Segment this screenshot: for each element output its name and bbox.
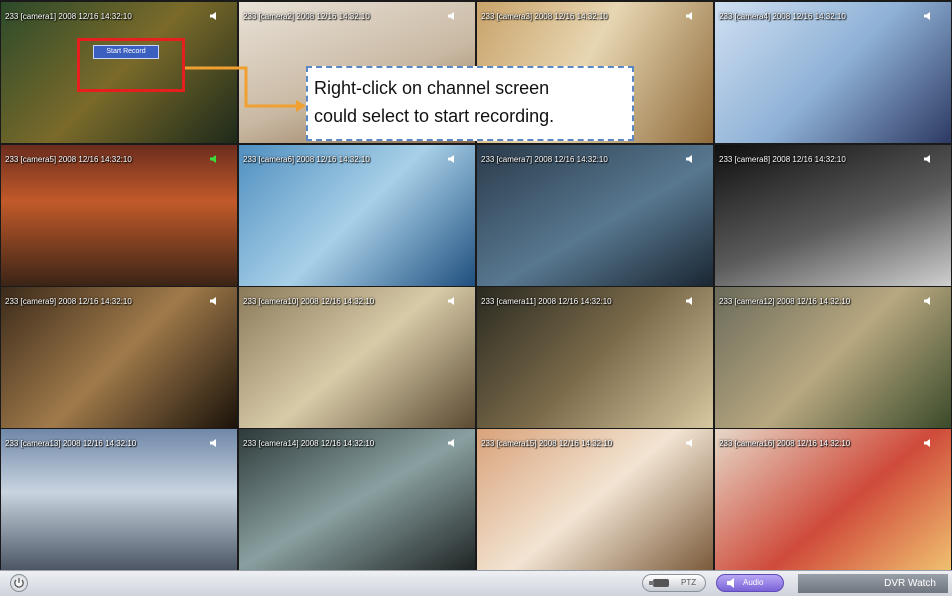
camera-feed-image xyxy=(239,429,475,570)
bottom-toolbar: PTZ Audio DVR Watch xyxy=(0,570,952,596)
speaker-icon xyxy=(210,439,216,447)
channel-label: 233 [camera13] 2008 12/16 14:32:10 xyxy=(5,439,137,448)
camera-feed-image xyxy=(715,2,951,143)
speaker-icon xyxy=(924,155,930,163)
speaker-icon xyxy=(924,297,930,305)
channel-label: 233 [camera7] 2008 12/16 14:32:10 xyxy=(481,155,608,164)
camera-feed-image xyxy=(477,287,713,428)
channel-label: 233 [camera4] 2008 12/16 14:32:10 xyxy=(719,12,846,21)
power-icon xyxy=(14,578,24,588)
context-menu-start-record[interactable]: Start Record xyxy=(93,45,159,59)
channel-label: 233 [camera15] 2008 12/16 14:32:10 xyxy=(481,439,613,448)
camera-feed-image xyxy=(715,287,951,428)
channel-view[interactable]: 233 [camera12] 2008 12/16 14:32:10 xyxy=(715,287,951,428)
camera-feed-image xyxy=(1,287,237,428)
power-button[interactable] xyxy=(10,574,28,592)
camera-feed-image xyxy=(239,287,475,428)
channel-view[interactable]: 233 [camera5] 2008 12/16 14:32:10 xyxy=(1,145,237,286)
mode-label: DVR Watch xyxy=(798,574,948,593)
channel-view[interactable]: 233 [camera10] 2008 12/16 14:32:10 xyxy=(239,287,475,428)
speaker-icon xyxy=(210,155,216,163)
ptz-camera-icon xyxy=(649,579,669,587)
channel-view[interactable]: 233 [camera16] 2008 12/16 14:32:10 xyxy=(715,429,951,570)
speaker-icon xyxy=(686,12,692,20)
audio-icon xyxy=(727,578,734,588)
channel-label: 233 [camera3] 2008 12/16 14:32:10 xyxy=(481,12,608,21)
speaker-icon xyxy=(686,439,692,447)
channel-view[interactable]: 233 [camera11] 2008 12/16 14:32:10 xyxy=(477,287,713,428)
speaker-icon xyxy=(448,297,454,305)
channel-view[interactable]: 233 [camera6] 2008 12/16 14:32:10 xyxy=(239,145,475,286)
camera-feed-image xyxy=(715,145,951,286)
audio-button[interactable]: Audio xyxy=(716,574,784,592)
speaker-icon xyxy=(924,439,930,447)
speaker-icon xyxy=(448,439,454,447)
camera-feed-image xyxy=(477,429,713,570)
channel-view[interactable]: 233 [camera8] 2008 12/16 14:32:10 xyxy=(715,145,951,286)
channel-view[interactable]: 233 [camera15] 2008 12/16 14:32:10 xyxy=(477,429,713,570)
camera-feed-image xyxy=(477,145,713,286)
callout-note: Right-click on channel screen could sele… xyxy=(306,66,634,141)
channel-view[interactable]: 233 [camera14] 2008 12/16 14:32:10 xyxy=(239,429,475,570)
callout-line-1: Right-click on channel screen xyxy=(314,78,550,98)
channel-label: 233 [camera1] 2008 12/16 14:32:10 xyxy=(5,12,132,21)
callout-line-2: could select to start recording. xyxy=(314,106,555,126)
audio-label: Audio xyxy=(743,578,764,587)
channel-label: 233 [camera14] 2008 12/16 14:32:10 xyxy=(243,439,375,448)
channel-label: 233 [camera10] 2008 12/16 14:32:10 xyxy=(243,297,375,306)
channel-label: 233 [camera9] 2008 12/16 14:32:10 xyxy=(5,297,132,306)
camera-feed-image xyxy=(1,145,237,286)
channel-view[interactable]: 233 [camera13] 2008 12/16 14:32:10 xyxy=(1,429,237,570)
ptz-label: PTZ xyxy=(681,578,697,587)
speaker-icon xyxy=(924,12,930,20)
channel-label: 233 [camera8] 2008 12/16 14:32:10 xyxy=(719,155,846,164)
channel-label: 233 [camera11] 2008 12/16 14:32:10 xyxy=(481,297,612,306)
channel-label: 233 [camera2] 2008 12/16 14:32:10 xyxy=(243,12,370,21)
speaker-icon xyxy=(448,12,454,20)
ptz-button[interactable]: PTZ xyxy=(642,574,706,592)
channel-view[interactable]: 233 [camera9] 2008 12/16 14:32:10 xyxy=(1,287,237,428)
speaker-icon xyxy=(686,297,692,305)
camera-feed-image xyxy=(715,429,951,570)
channel-label: 233 [camera12] 2008 12/16 14:32:10 xyxy=(719,297,851,306)
channel-view[interactable]: 233 [camera4] 2008 12/16 14:32:10 xyxy=(715,2,951,143)
camera-feed-image xyxy=(1,429,237,570)
speaker-icon xyxy=(686,155,692,163)
channel-label: 233 [camera6] 2008 12/16 14:32:10 xyxy=(243,155,370,164)
camera-feed-image xyxy=(239,145,475,286)
channel-label: 233 [camera16] 2008 12/16 14:32:10 xyxy=(719,439,851,448)
speaker-icon xyxy=(210,12,216,20)
channel-label: 233 [camera5] 2008 12/16 14:32:10 xyxy=(5,155,132,164)
speaker-icon xyxy=(448,155,454,163)
speaker-icon xyxy=(210,297,216,305)
channel-view[interactable]: 233 [camera7] 2008 12/16 14:32:10 xyxy=(477,145,713,286)
